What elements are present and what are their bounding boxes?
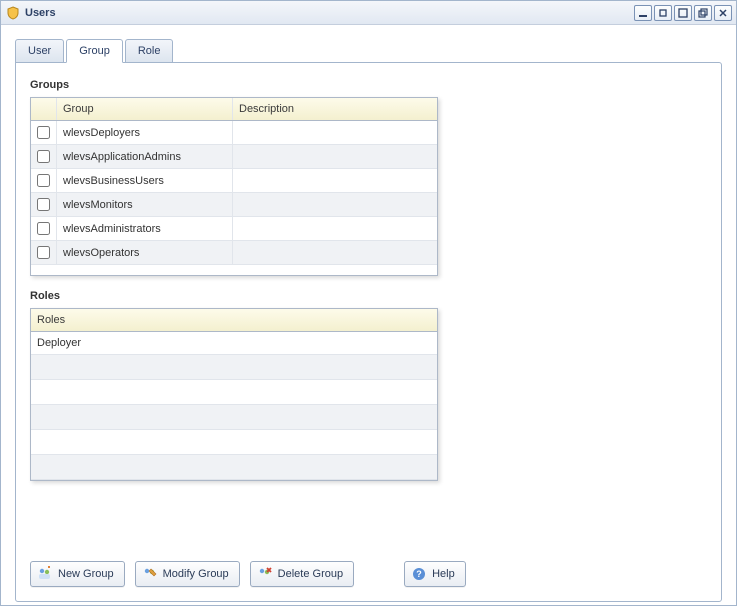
table-row[interactable] — [31, 405, 437, 430]
table-row[interactable] — [31, 430, 437, 455]
button-bar: New Group Modify Group Delete Group — [30, 561, 466, 587]
tile-button[interactable] — [694, 5, 712, 21]
button-label: New Group — [58, 568, 114, 580]
table-row[interactable] — [31, 380, 437, 405]
button-label: Help — [432, 568, 455, 580]
row-group-desc — [233, 121, 437, 144]
delete-group-button[interactable]: Delete Group — [250, 561, 354, 587]
row-checkbox[interactable] — [37, 246, 50, 259]
table-row[interactable] — [31, 355, 437, 380]
groups-label: Groups — [30, 79, 707, 91]
row-group-name: wlevsAdministrators — [57, 217, 233, 240]
row-role-name — [31, 405, 437, 429]
table-row[interactable]: wlevsDeployers — [31, 121, 437, 145]
row-group-name: wlevsDeployers — [57, 121, 233, 144]
row-role-name — [31, 455, 437, 479]
titlebar: Users — [1, 1, 736, 25]
window-title: Users — [25, 7, 56, 19]
row-role-name — [31, 430, 437, 454]
table-row[interactable]: wlevsAdministrators — [31, 217, 437, 241]
tab-role[interactable]: Role — [125, 39, 174, 63]
row-checkbox[interactable] — [37, 126, 50, 139]
row-group-desc — [233, 241, 437, 264]
add-group-icon — [37, 566, 53, 582]
table-row[interactable]: Deployer — [31, 332, 437, 355]
row-role-name: Deployer — [31, 332, 437, 354]
button-label: Modify Group — [163, 568, 229, 580]
svg-text:?: ? — [416, 569, 422, 579]
edit-group-icon — [142, 566, 158, 582]
help-button[interactable]: ? Help — [404, 561, 466, 587]
row-checkbox[interactable] — [37, 222, 50, 235]
groups-table-footer — [31, 265, 437, 275]
table-row[interactable]: wlevsApplicationAdmins — [31, 145, 437, 169]
tab-strip: User Group Role — [15, 35, 722, 63]
row-group-desc — [233, 217, 437, 240]
row-checkbox[interactable] — [37, 198, 50, 211]
row-role-name — [31, 380, 437, 404]
modify-group-button[interactable]: Modify Group — [135, 561, 240, 587]
groups-table-body: wlevsDeployers wlevsApplicationAdmins wl… — [31, 121, 437, 265]
group-panel: Groups Group Description wlevsDeployers — [15, 62, 722, 602]
maximize-button[interactable] — [674, 5, 692, 21]
roles-label: Roles — [30, 290, 707, 302]
table-row[interactable]: wlevsBusinessUsers — [31, 169, 437, 193]
row-role-name — [31, 355, 437, 379]
row-group-name: wlevsBusinessUsers — [57, 169, 233, 192]
row-checkbox[interactable] — [37, 174, 50, 187]
roles-table-header: Roles — [31, 309, 437, 332]
roles-table: Roles Deployer — [30, 308, 438, 481]
window-body: User Group Role Groups Group Description… — [1, 25, 736, 605]
shield-icon — [5, 5, 21, 21]
groups-table: Group Description wlevsDeployers wlevsAp… — [30, 97, 438, 276]
groups-table-header: Group Description — [31, 98, 437, 121]
roles-table-body: Deployer — [31, 332, 437, 480]
row-group-name: wlevsOperators — [57, 241, 233, 264]
row-group-desc — [233, 193, 437, 216]
row-group-name: wlevsMonitors — [57, 193, 233, 216]
table-row[interactable]: wlevsMonitors — [31, 193, 437, 217]
groups-col-description[interactable]: Description — [233, 98, 437, 120]
new-group-button[interactable]: New Group — [30, 561, 125, 587]
tab-user[interactable]: User — [15, 39, 64, 63]
row-group-desc — [233, 169, 437, 192]
button-label: Delete Group — [278, 568, 343, 580]
row-checkbox[interactable] — [37, 150, 50, 163]
close-button[interactable] — [714, 5, 732, 21]
delete-group-icon — [257, 566, 273, 582]
table-row[interactable] — [31, 455, 437, 480]
roles-col-roles[interactable]: Roles — [31, 309, 437, 331]
help-icon: ? — [411, 566, 427, 582]
minimize-button[interactable] — [634, 5, 652, 21]
tab-group[interactable]: Group — [66, 39, 123, 63]
groups-col-group[interactable]: Group — [57, 98, 233, 120]
row-group-desc — [233, 145, 437, 168]
row-group-name: wlevsApplicationAdmins — [57, 145, 233, 168]
users-window: Users User Group Role Groups Group Descr… — [0, 0, 737, 606]
groups-col-checkbox — [31, 98, 57, 120]
table-row[interactable]: wlevsOperators — [31, 241, 437, 265]
restore-button[interactable] — [654, 5, 672, 21]
